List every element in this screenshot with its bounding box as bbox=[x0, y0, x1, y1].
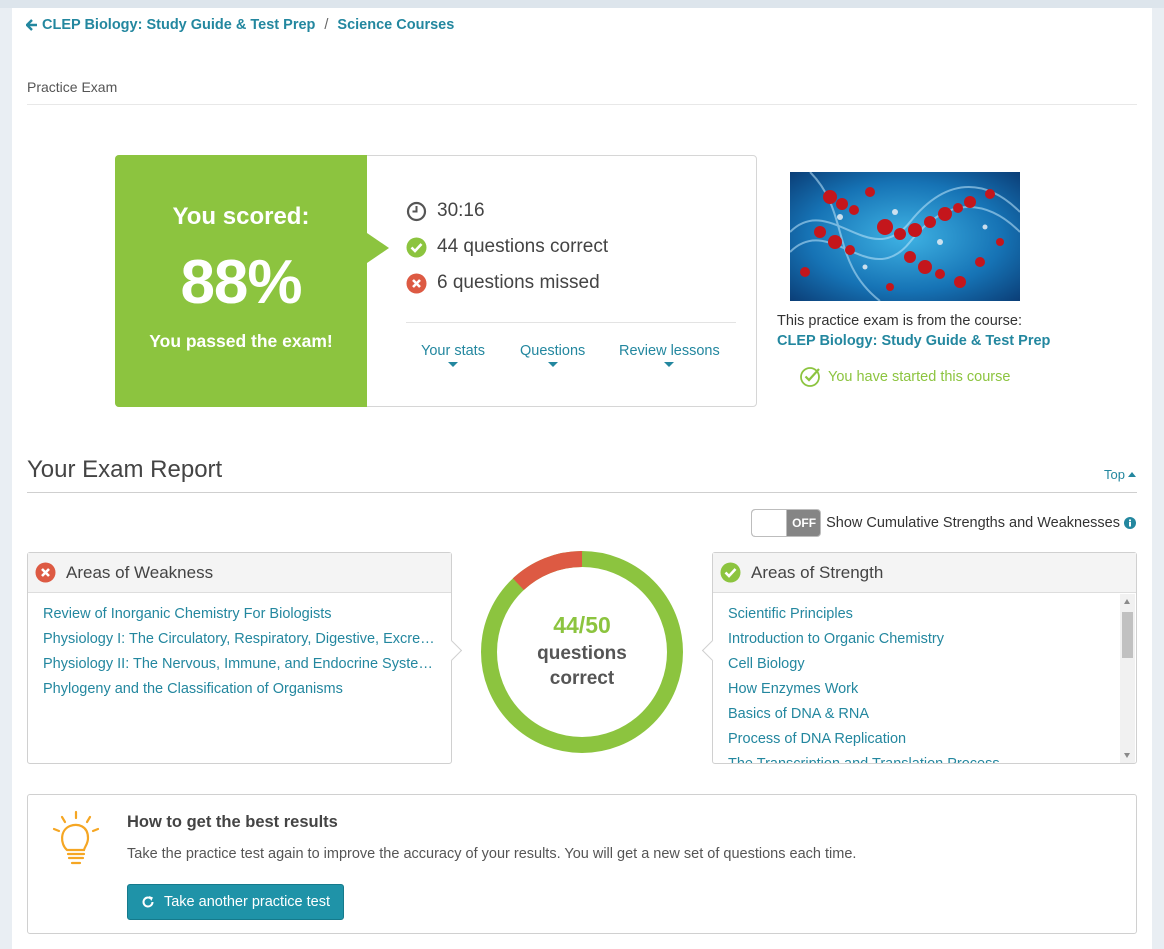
donut-caption-line1: questions bbox=[537, 643, 627, 664]
dna-image bbox=[790, 172, 1020, 301]
list-item[interactable]: Physiology I: The Circulatory, Respirato… bbox=[43, 627, 436, 652]
tips-title: How to get the best results bbox=[127, 813, 338, 831]
info-icon[interactable] bbox=[1124, 517, 1136, 529]
list-item[interactable]: Basics of DNA & RNA bbox=[728, 702, 1112, 727]
cumulative-toggle[interactable]: OFF bbox=[751, 509, 822, 537]
report-title: Your Exam Report bbox=[27, 456, 223, 483]
strength-header: Areas of Strength bbox=[713, 553, 1136, 593]
toggle-state: OFF bbox=[792, 516, 817, 530]
donut-score: 44/50 bbox=[553, 612, 611, 638]
strength-list: Scientific Principles Introduction to Or… bbox=[713, 593, 1136, 763]
score-panel: You scored: 88% You passed the exam! bbox=[115, 155, 389, 407]
top-link-label: Top bbox=[1104, 467, 1125, 482]
questions-label: Questions bbox=[520, 343, 586, 359]
weakness-title: Areas of Weakness bbox=[66, 562, 214, 582]
refresh-icon bbox=[142, 896, 154, 908]
scroll-up-icon[interactable] bbox=[1124, 599, 1130, 604]
course-status-label: You have started this course bbox=[828, 368, 1011, 385]
breadcrumb-category-link[interactable]: Science Courses bbox=[337, 17, 454, 33]
course-status: You have started this course bbox=[799, 365, 1010, 388]
tips-panel: How to get the best results Take the pra… bbox=[27, 794, 1137, 934]
divider bbox=[27, 492, 1137, 493]
lightbulb-icon bbox=[52, 810, 100, 865]
missed-stat: 6 questions missed bbox=[406, 272, 600, 294]
caret-down-icon bbox=[447, 362, 458, 367]
score-percent: 88% bbox=[180, 248, 302, 317]
retake-test-label: Take another practice test bbox=[163, 894, 331, 910]
x-circle-icon bbox=[35, 562, 56, 583]
review-lessons-link[interactable]: Review lessons bbox=[619, 343, 720, 367]
top-strip bbox=[0, 0, 1164, 8]
list-item[interactable]: Review of Inorganic Chemistry For Biolog… bbox=[43, 602, 436, 627]
breadcrumb-separator: / bbox=[324, 17, 329, 33]
donut-caption: questions correct bbox=[480, 641, 684, 691]
score-heading: You scored: bbox=[172, 203, 310, 230]
list-item[interactable]: Introduction to Organic Chemistry bbox=[728, 627, 1112, 652]
caret-down-icon bbox=[664, 362, 675, 367]
list-item[interactable]: Process of DNA Replication bbox=[728, 727, 1112, 752]
divider bbox=[27, 104, 1137, 105]
x-circle-icon bbox=[406, 273, 427, 293]
toggle-knob bbox=[752, 510, 788, 536]
course-from-text: This practice exam is from the course: bbox=[777, 313, 1022, 329]
retake-test-button[interactable]: Take another practice test bbox=[127, 884, 344, 920]
breadcrumb-course-link[interactable]: CLEP Biology: Study Guide & Test Prep bbox=[42, 17, 315, 33]
your-stats-link[interactable]: Your stats bbox=[421, 343, 485, 367]
check-circle-outline-icon bbox=[800, 367, 820, 387]
correct-stat: 44 questions correct bbox=[406, 236, 608, 258]
caret-up-icon bbox=[1128, 472, 1136, 477]
weakness-panel: Areas of Weakness Review of Inorganic Ch… bbox=[27, 552, 452, 764]
list-item[interactable]: Phylogeny and the Classification of Orga… bbox=[43, 677, 436, 702]
your-stats-label: Your stats bbox=[421, 343, 485, 359]
weakness-header: Areas of Weakness bbox=[28, 553, 451, 593]
time-value: 30:16 bbox=[437, 200, 485, 221]
course-image[interactable] bbox=[790, 172, 1020, 301]
scroll-down-icon[interactable] bbox=[1124, 753, 1130, 758]
review-lessons-label: Review lessons bbox=[619, 343, 720, 359]
donut-caption-line2: correct bbox=[549, 668, 615, 689]
page-title: Practice Exam bbox=[27, 79, 118, 95]
list-item[interactable]: Physiology II: The Nervous, Immune, and … bbox=[43, 652, 436, 677]
scroll-thumb[interactable] bbox=[1122, 612, 1133, 658]
strength-panel: Areas of Strength Scientific Principles … bbox=[712, 552, 1137, 764]
correct-count: 44 questions correct bbox=[437, 236, 609, 257]
divider bbox=[406, 322, 736, 323]
check-circle-icon bbox=[720, 562, 741, 583]
page: CLEP Biology: Study Guide & Test Prep / … bbox=[12, 8, 1152, 949]
cumulative-toggle-row: OFF Show Cumulative Strengths and Weakne… bbox=[751, 509, 1136, 537]
caret-down-icon bbox=[547, 362, 558, 367]
top-link[interactable]: Top bbox=[1104, 467, 1136, 482]
breadcrumb: CLEP Biology: Study Guide & Test Prep / … bbox=[26, 17, 454, 33]
missed-count: 6 questions missed bbox=[437, 272, 600, 293]
time-stat: 30:16 bbox=[406, 200, 485, 222]
list-item[interactable]: Cell Biology bbox=[728, 652, 1112, 677]
arrow-left-icon[interactable] bbox=[26, 19, 38, 31]
list-item[interactable]: The Transcription and Translation Proces… bbox=[728, 752, 1112, 763]
score-card: You scored: 88% You passed the exam! 30:… bbox=[115, 155, 757, 407]
strength-title: Areas of Strength bbox=[751, 562, 884, 582]
tips-text: Take the practice test again to improve … bbox=[127, 846, 857, 862]
toggle-label: Show Cumulative Strengths and Weaknesses bbox=[826, 515, 1120, 531]
donut-label: 44/50 questions correct bbox=[480, 612, 684, 691]
weakness-list: Review of Inorganic Chemistry For Biolog… bbox=[28, 593, 451, 763]
score-result: You passed the exam! bbox=[149, 331, 333, 351]
check-circle-icon bbox=[406, 237, 427, 257]
list-item[interactable]: Scientific Principles bbox=[728, 602, 1112, 627]
clock-icon bbox=[406, 201, 427, 221]
strength-scrollbar[interactable] bbox=[1120, 594, 1135, 763]
course-link[interactable]: CLEP Biology: Study Guide & Test Prep bbox=[777, 333, 1050, 349]
list-item[interactable]: How Enzymes Work bbox=[728, 677, 1112, 702]
questions-link[interactable]: Questions bbox=[520, 343, 585, 367]
